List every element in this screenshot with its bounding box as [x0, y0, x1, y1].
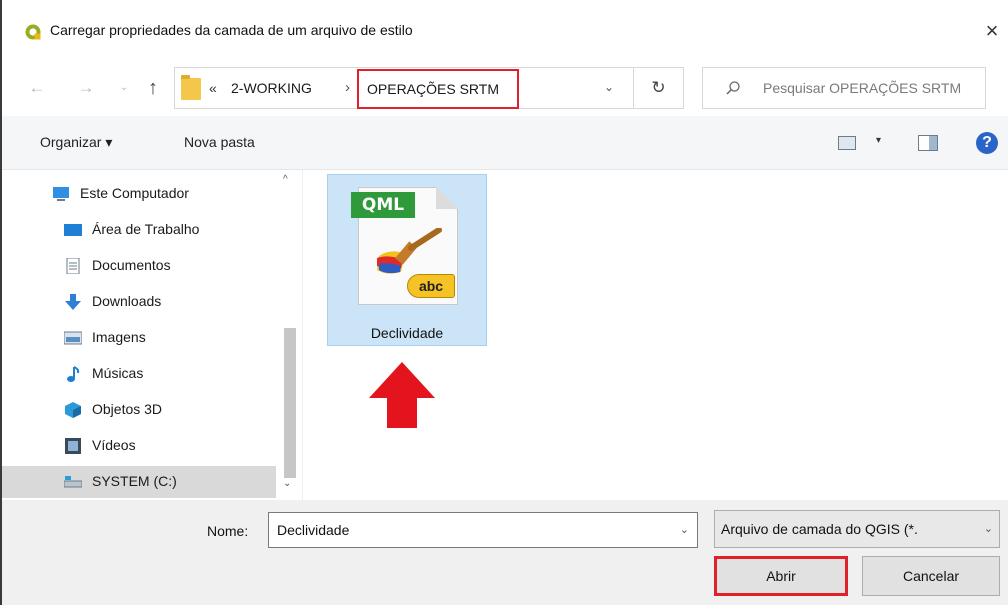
refresh-button[interactable]: ↻ [634, 67, 684, 109]
cancel-button[interactable]: Cancelar [862, 556, 1000, 596]
back-button[interactable]: ← [26, 76, 48, 100]
scroll-thumb[interactable] [284, 328, 296, 478]
drive-icon [64, 476, 82, 488]
music-icon [67, 366, 80, 382]
breadcrumb-current[interactable]: OPERAÇÕES SRTM [357, 69, 519, 109]
3d-objects-icon [65, 402, 81, 418]
breadcrumb-overflow[interactable]: « [209, 80, 217, 96]
new-folder-button[interactable]: Nova pasta [184, 134, 255, 150]
file-open-dialog: Carregar propriedades da camada de um ar… [0, 0, 1008, 605]
documents-icon [66, 258, 80, 274]
abc-badge: abc [407, 274, 455, 298]
recent-locations-button[interactable]: ⌄ [118, 76, 130, 100]
sidebar-item-label: Downloads [92, 293, 162, 309]
window-title: Carregar propriedades da camada de um ar… [50, 22, 413, 38]
sidebar-item-label: Documentos [92, 257, 171, 273]
file-name-input[interactable]: Declividade ⌄ [268, 512, 698, 548]
address-bar[interactable]: « 2-WORKING › OPERAÇÕES SRTM ⌄ [174, 67, 634, 109]
desktop-icon [64, 224, 82, 236]
sidebar-item-label: SYSTEM (C:) [92, 473, 177, 489]
preview-pane-icon[interactable] [918, 135, 938, 151]
sidebar-item-label: Vídeos [92, 437, 136, 453]
sidebar-item-label: Este Computador [80, 185, 189, 201]
sidebar-item-this-pc[interactable]: Este Computador [2, 178, 276, 210]
pictures-icon [64, 331, 82, 345]
view-dropdown-icon[interactable]: ▾ [876, 135, 881, 146]
file-list: QML abc Declividade [302, 170, 1008, 500]
computer-icon [53, 187, 69, 201]
sidebar-item-downloads[interactable]: Downloads [2, 286, 276, 318]
chevron-down-icon[interactable]: ⌄ [980, 511, 993, 547]
search-input[interactable]: Pesquisar OPERAÇÕES SRTM [763, 80, 961, 96]
file-name-label: Nome: [207, 523, 249, 539]
view-options-icon[interactable] [838, 136, 856, 150]
breadcrumb-parent[interactable]: 2-WORKING [231, 80, 312, 96]
file-name-value: Declividade [277, 522, 350, 538]
file-type-select[interactable]: Arquivo de camada do QGIS (*. ⌄ [714, 510, 1000, 548]
file-item[interactable]: QML abc Declividade [327, 174, 487, 346]
qgis-icon [25, 24, 41, 40]
navigation-bar: ← → ⌄ ↑ « 2-WORKING › OPERAÇÕES SRTM ⌄ ↻… [2, 60, 1008, 116]
chevron-down-icon[interactable]: ⌄ [680, 513, 689, 547]
sidebar-item-videos[interactable]: Vídeos [2, 430, 276, 462]
help-icon[interactable]: ? [976, 132, 998, 154]
qml-badge: QML [351, 192, 415, 218]
folder-icon [181, 75, 201, 100]
scroll-up-icon[interactable]: ^ [283, 174, 288, 185]
dialog-footer: Nome: Declividade ⌄ Arquivo de camada do… [2, 500, 1008, 605]
sidebar-scrollbar[interactable]: ^ ⌄ [276, 170, 302, 500]
title-bar: Carregar propriedades da camada de um ar… [2, 0, 1008, 60]
navigation-pane: Este Computador Área de Trabalho Documen… [2, 170, 302, 500]
sidebar-item-desktop[interactable]: Área de Trabalho [2, 214, 276, 246]
sidebar-item-label: Objetos 3D [92, 401, 163, 417]
downloads-icon [65, 294, 81, 310]
red-arrow-annotation [369, 362, 435, 428]
chevron-down-icon[interactable]: ⌄ [599, 80, 619, 94]
search-icon [726, 81, 740, 95]
search-box[interactable]: Pesquisar OPERAÇÕES SRTM [702, 67, 986, 109]
up-folder-button[interactable]: ↑ [142, 76, 164, 100]
open-button[interactable]: Abrir [714, 556, 848, 596]
command-toolbar: Organizar ▾ Nova pasta ▾ ? [2, 116, 1008, 170]
sidebar-item-pictures[interactable]: Imagens [2, 322, 276, 354]
close-button[interactable]: × [978, 16, 1006, 46]
videos-icon [65, 438, 81, 454]
forward-button[interactable]: → [75, 76, 97, 100]
scroll-down-icon[interactable]: ⌄ [283, 478, 291, 489]
sidebar-item-3d-objects[interactable]: Objetos 3D [2, 394, 276, 426]
sidebar-item-label: Músicas [92, 365, 144, 381]
breadcrumb-separator[interactable]: › [345, 79, 350, 96]
file-name: Declividade [370, 325, 444, 341]
sidebar-item-documents[interactable]: Documentos [2, 250, 276, 282]
sidebar-item-music[interactable]: Músicas [2, 358, 276, 390]
qml-file-icon: QML abc [351, 187, 458, 305]
sidebar-item-label: Área de Trabalho [92, 221, 200, 237]
file-type-value: Arquivo de camada do QGIS (*. [721, 521, 918, 537]
sidebar-item-label: Imagens [92, 329, 146, 345]
organize-menu[interactable]: Organizar ▾ [40, 134, 112, 151]
sidebar-item-system-drive[interactable]: SYSTEM (C:) [2, 466, 276, 498]
